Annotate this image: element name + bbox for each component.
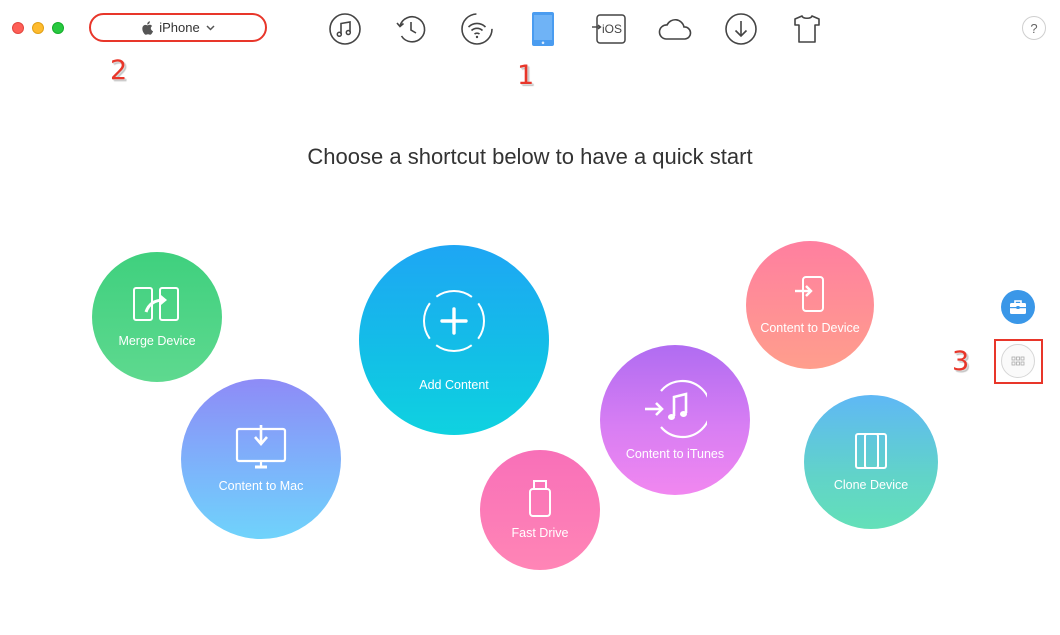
toolbar-wifi[interactable]	[444, 10, 510, 48]
shortcut-fast-drive[interactable]: Fast Drive	[480, 450, 600, 570]
content-to-mac-label: Content to Mac	[218, 479, 304, 493]
fast-drive-label: Fast Drive	[511, 526, 569, 540]
shortcut-add-content[interactable]: Add Content	[359, 245, 549, 435]
callout-number-three: 3	[952, 346, 970, 377]
shortcut-merge-device[interactable]: Merge Device	[92, 252, 222, 382]
add-content-label: Add Content	[419, 378, 489, 392]
content-to-itunes-label: Content to iTunes	[625, 447, 725, 461]
toolbar-history[interactable]	[378, 10, 444, 48]
callout-number-two: 2	[110, 55, 128, 86]
tshirt-icon	[794, 15, 820, 43]
chevron-down-icon	[206, 24, 215, 31]
apple-icon	[142, 20, 154, 35]
device-selector[interactable]: iPhone	[89, 13, 267, 42]
window-maximize-button[interactable]	[52, 22, 64, 34]
merge-icon	[133, 287, 179, 321]
toolkit-button[interactable]	[1001, 290, 1035, 324]
clone-device-label: Clone Device	[833, 478, 909, 492]
main-toolbar: iOS	[312, 10, 840, 48]
iphone-icon	[532, 12, 554, 46]
content-to-device-label: Content to Device	[760, 321, 860, 335]
shortcut-content-to-device[interactable]: Content to Device	[746, 241, 874, 369]
toolbar-cloud[interactable]	[642, 10, 708, 48]
toolbar-ios[interactable]: iOS	[576, 10, 642, 48]
merge-device-label: Merge Device	[118, 334, 196, 348]
toolbar-device[interactable]	[510, 10, 576, 48]
music-icon	[329, 13, 361, 45]
cloud-icon	[658, 19, 692, 40]
window-minimize-button[interactable]	[32, 22, 44, 34]
shortcut-content-to-mac[interactable]: Content to Mac	[181, 379, 341, 539]
page-headline: Choose a shortcut below to have a quick …	[307, 144, 753, 169]
phone-import-icon	[795, 276, 824, 312]
wifi-icon	[461, 13, 493, 45]
toolbar-download[interactable]	[708, 10, 774, 48]
shortcut-content-to-itunes[interactable]: Content to iTunes	[600, 345, 750, 495]
clone-phone-icon	[855, 433, 887, 469]
history-icon	[396, 16, 426, 43]
usb-drive-icon	[529, 480, 551, 517]
download-icon	[725, 13, 757, 45]
plus-circle-icon	[423, 290, 485, 352]
ios-icon: iOS	[592, 14, 626, 44]
svg-text:iOS: iOS	[602, 22, 622, 36]
shortcut-clone-device[interactable]: Clone Device	[804, 395, 938, 529]
itunes-icon	[645, 379, 707, 439]
more-tools-button[interactable]	[1001, 344, 1035, 378]
toolkit-icon	[1010, 300, 1026, 314]
window-close-button[interactable]	[12, 22, 24, 34]
device-name: iPhone	[159, 20, 200, 35]
grid-more-icon	[1011, 356, 1025, 366]
monitor-download-icon	[235, 425, 287, 469]
callout-number-one: 1	[517, 60, 535, 91]
toolbar-theme[interactable]	[774, 10, 840, 48]
toolbar-music[interactable]	[312, 10, 378, 48]
help-button[interactable]: ?	[1022, 16, 1046, 40]
